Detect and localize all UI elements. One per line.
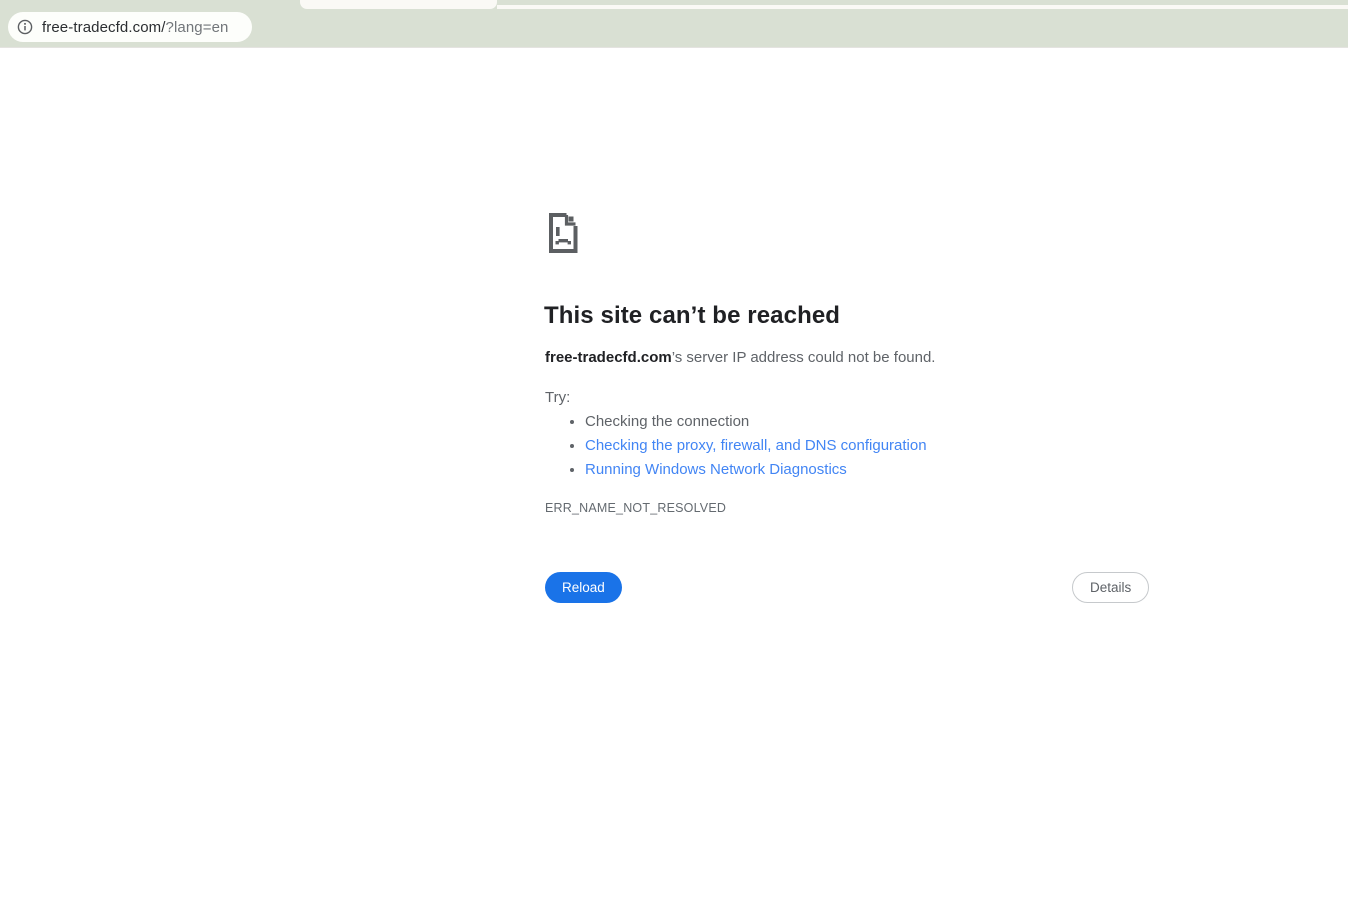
suggestion-link-proxy[interactable]: Checking the proxy, firewall, and DNS co… — [585, 437, 927, 454]
sad-file-icon — [545, 211, 582, 261]
tab-strip-gap — [300, 0, 497, 9]
url-domain: free-tradecfd.com/ — [42, 18, 166, 36]
tab-strip-divider — [497, 5, 1348, 9]
suggestion-item-diagnostics: Running Windows Network Diagnostics — [585, 458, 927, 482]
browser-window: free-tradecfd.com/?lang=en This site can… — [0, 0, 1348, 922]
url-text[interactable]: free-tradecfd.com/?lang=en — [42, 19, 228, 36]
try-label: Try: — [545, 389, 571, 406]
reload-button[interactable]: Reload — [545, 572, 622, 603]
info-icon[interactable] — [17, 19, 33, 35]
suggestion-list: Checking the connection Checking the pro… — [545, 410, 927, 482]
address-bar[interactable]: free-tradecfd.com/?lang=en — [8, 12, 252, 42]
error-domain: free-tradecfd.com — [545, 349, 672, 366]
suggestion-item-proxy: Checking the proxy, firewall, and DNS co… — [585, 434, 927, 458]
suggestion-link-diagnostics[interactable]: Running Windows Network Diagnostics — [585, 461, 847, 478]
error-page: This site can’t be reached free-tradecfd… — [0, 48, 1348, 922]
suggestion-item-connection: Checking the connection — [585, 410, 927, 434]
error-message-rest: ’s server IP address could not be found. — [671, 349, 936, 366]
error-code: ERR_NAME_NOT_RESOLVED — [545, 501, 727, 515]
error-title: This site can’t be reached — [544, 302, 841, 329]
details-button[interactable]: Details — [1072, 572, 1150, 603]
suggestion-text: Checking the connection — [585, 413, 750, 430]
browser-toolbar: free-tradecfd.com/?lang=en — [0, 0, 1348, 48]
url-query: ?lang=en — [165, 18, 229, 36]
error-message: free-tradecfd.com’s server IP address co… — [545, 349, 935, 366]
